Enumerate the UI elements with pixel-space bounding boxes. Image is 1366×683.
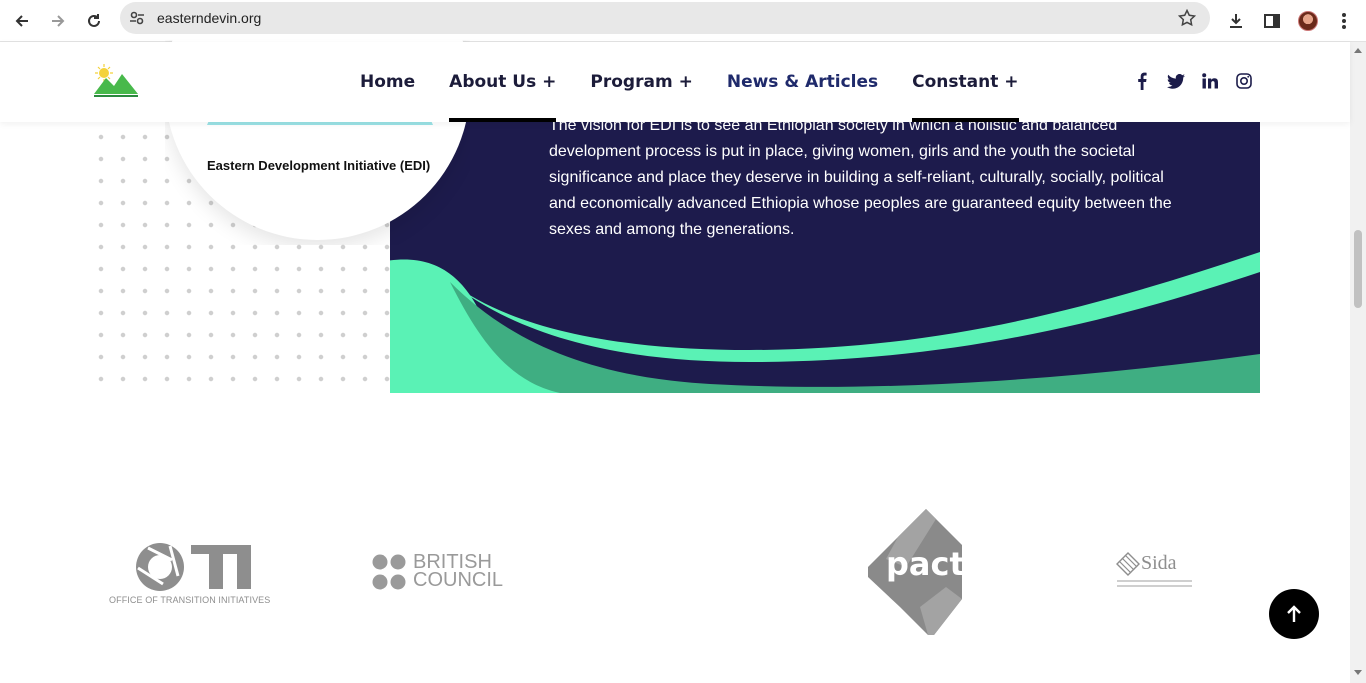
back-arrow-icon — [15, 15, 28, 27]
linkedin-icon[interactable] — [1200, 70, 1220, 92]
site-header: Home About Us + Program + News & Article… — [0, 42, 1350, 122]
nav-constant[interactable]: Constant + — [912, 42, 1019, 122]
nav-program[interactable]: Program + — [590, 42, 692, 122]
url-text: easterndevin.org — [157, 10, 262, 26]
nav-about-us[interactable]: About Us + — [449, 42, 557, 122]
reload-button[interactable] — [79, 6, 109, 36]
download-icon — [1230, 14, 1242, 28]
vision-section: The vision for EDI is to see an Ethiopia… — [390, 122, 1260, 393]
social-links — [1132, 70, 1254, 92]
side-panel-icon — [1264, 14, 1280, 28]
twitter-icon[interactable] — [1166, 70, 1186, 92]
scroll-up-arrow-icon[interactable] — [1354, 48, 1362, 53]
kebab-menu-icon — [1342, 13, 1346, 29]
arrow-up-icon — [1287, 605, 1301, 622]
site-logo[interactable] — [92, 64, 140, 100]
sida-logo[interactable]: Sida — [1116, 552, 1196, 592]
oti-caption: OFFICE OF TRANSITION INITIATIVES — [109, 595, 271, 605]
back-to-top-button[interactable] — [1269, 589, 1319, 639]
scrollbar[interactable] — [1350, 42, 1366, 683]
british-council-logo[interactable]: BRITISH COUNCIL — [372, 552, 504, 594]
scrollbar-thumb[interactable] — [1354, 230, 1362, 308]
sida-subtext-2 — [1117, 585, 1192, 587]
bookmark-star-icon[interactable] — [1177, 8, 1197, 32]
forward-arrow-icon — [52, 15, 65, 27]
reload-icon — [88, 14, 100, 27]
british-council-dots-icon — [372, 554, 406, 590]
back-button[interactable] — [7, 6, 37, 36]
scroll-down-arrow-icon[interactable] — [1354, 670, 1362, 675]
pact-wordmark: pact — [886, 545, 965, 583]
nav-home[interactable]: Home — [360, 42, 415, 122]
profile-button[interactable] — [1293, 6, 1323, 36]
sida-subtext — [1117, 580, 1192, 582]
nav-news-articles[interactable]: News & Articles — [727, 42, 878, 122]
pact-logo[interactable]: pact — [866, 507, 965, 637]
avatar — [1298, 11, 1318, 31]
browser-menu-button[interactable] — [1329, 6, 1359, 36]
sida-emblem-icon — [1116, 552, 1140, 576]
download-button[interactable] — [1221, 6, 1251, 36]
sida-wordmark: Sida — [1141, 552, 1177, 574]
logo-caption: Eastern Development Initiative (EDI) — [207, 158, 431, 173]
forward-button[interactable] — [43, 6, 73, 36]
edi-logo-icon — [94, 64, 138, 97]
site-settings-icon[interactable] — [128, 9, 146, 32]
main-nav: Home About Us + Program + News & Article… — [360, 42, 1053, 122]
address-bar[interactable]: easterndevin.org — [120, 2, 1210, 34]
partner-logos: OFFICE OF TRANSITION INITIATIVES BRITISH… — [0, 500, 1350, 650]
facebook-icon[interactable] — [1132, 70, 1152, 92]
wave-decoration — [390, 252, 1260, 393]
instagram-icon[interactable] — [1234, 70, 1254, 92]
british-council-line2: COUNCIL — [413, 569, 504, 591]
browser-toolbar: easterndevin.org — [0, 0, 1366, 42]
oti-logo[interactable]: OFFICE OF TRANSITION INITIATIVES — [108, 540, 283, 610]
side-panel-button[interactable] — [1257, 6, 1287, 36]
